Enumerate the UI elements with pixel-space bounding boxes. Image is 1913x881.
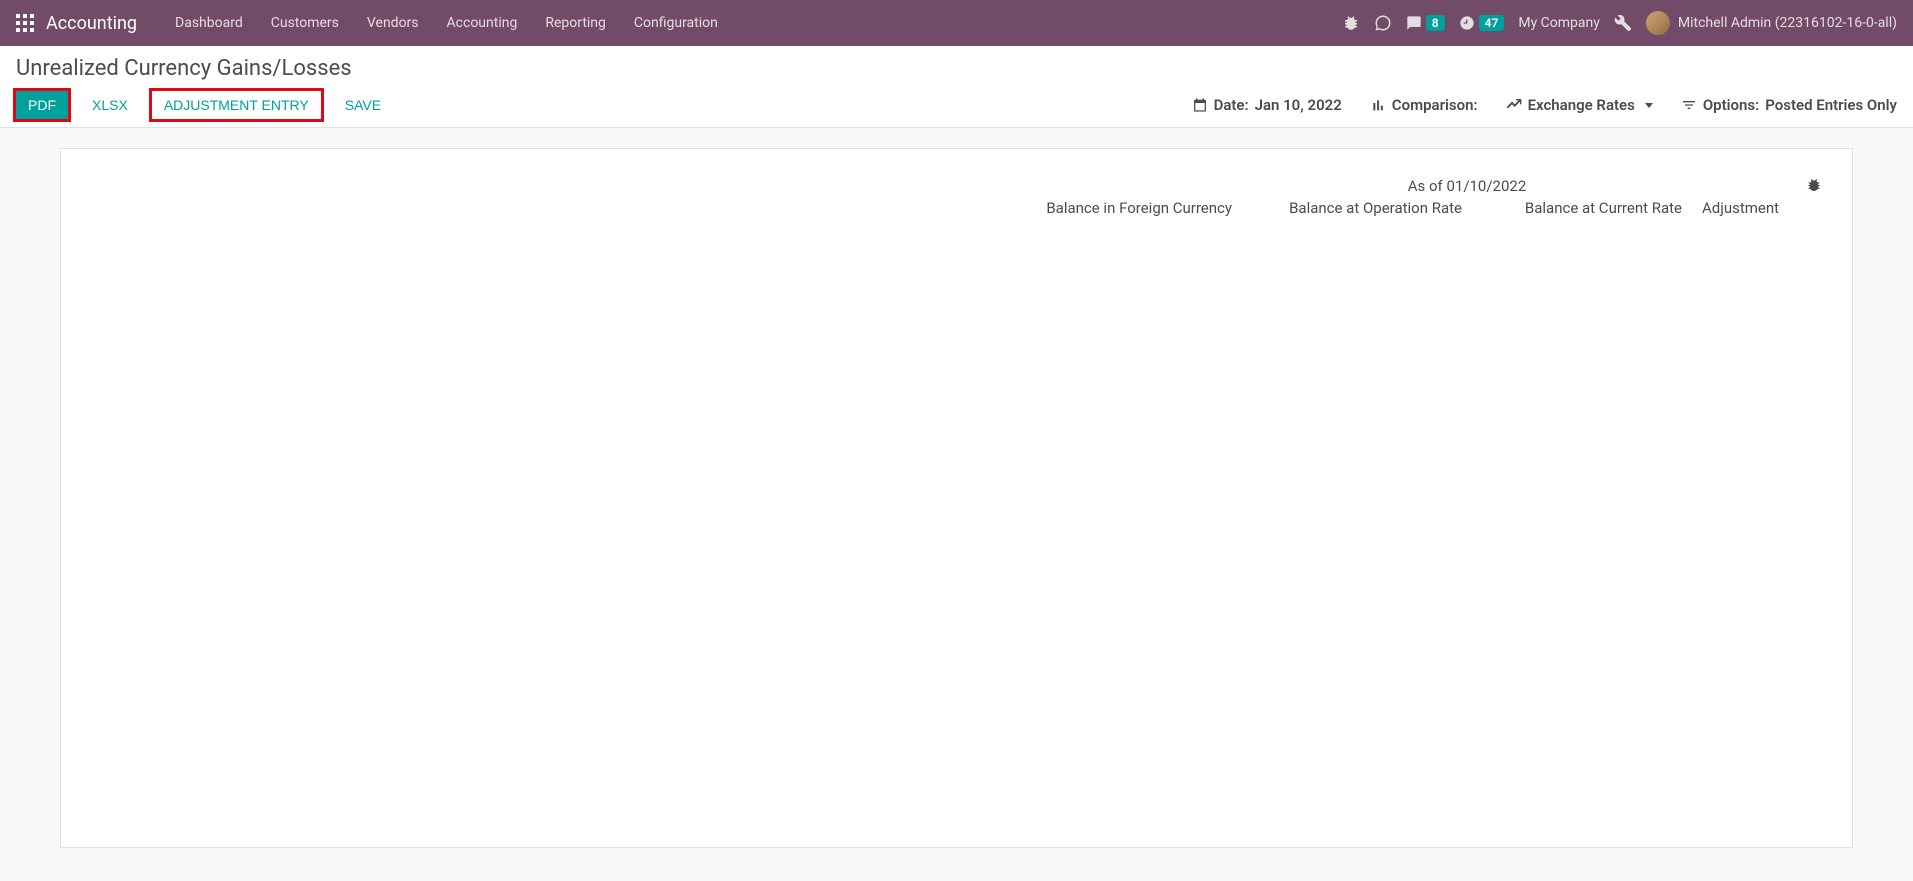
page-title: Unrealized Currency Gains/Losses [16,56,1897,81]
messages-badge: 8 [1426,15,1445,31]
adjustment-entry-button[interactable]: ADJUSTMENT ENTRY [152,91,321,119]
navbar-right: 8 47 My Company Mitchell Admin (22316102… [1342,11,1897,35]
comparison-label: Comparison: [1392,96,1478,114]
report-header-grid: As of 01/10/2022 Balance in Foreign Curr… [91,177,1822,217]
col-balance-current: Balance at Current Rate [1482,199,1682,217]
bar-chart-icon [1370,97,1386,113]
nav-configuration[interactable]: Configuration [620,0,732,46]
report-card: As of 01/10/2022 Balance in Foreign Curr… [60,148,1853,848]
date-value: Jan 10, 2022 [1255,96,1342,114]
exchange-rates-filter[interactable]: Exchange Rates [1506,96,1653,114]
options-value: Posted Entries Only [1765,96,1897,114]
options-filter[interactable]: Options: Posted Entries Only [1681,96,1897,114]
report-bug-icon[interactable] [1806,177,1822,197]
chevron-down-icon [1645,103,1653,108]
col-adjustment: Adjustment [1702,199,1822,217]
chat-icon [1406,15,1422,31]
bug-icon[interactable] [1342,14,1360,32]
nav-dashboard[interactable]: Dashboard [161,0,257,46]
calendar-icon [1192,97,1208,113]
company-switcher[interactable]: My Company [1518,15,1600,31]
nav-customers[interactable]: Customers [257,0,353,46]
right-filters: Date: Jan 10, 2022 Comparison: Exchange … [1192,96,1897,114]
user-menu[interactable]: Mitchell Admin (22316102-16-0-all) [1646,11,1897,35]
tools-icon[interactable] [1614,14,1632,32]
control-panel: Unrealized Currency Gains/Losses PDF XLS… [0,46,1913,128]
support-icon[interactable] [1374,14,1392,32]
comparison-filter[interactable]: Comparison: [1370,96,1478,114]
date-filter[interactable]: Date: Jan 10, 2022 [1192,96,1342,114]
content-scroll[interactable]: As of 01/10/2022 Balance in Foreign Curr… [0,128,1913,859]
col-balance-foreign: Balance in Foreign Currency [1032,199,1232,217]
activities-button[interactable]: 47 [1459,15,1505,31]
user-name: Mitchell Admin (22316102-16-0-all) [1678,15,1897,31]
clock-icon [1459,15,1475,31]
activities-badge: 47 [1479,15,1505,31]
avatar [1646,11,1670,35]
save-button[interactable]: SAVE [333,91,393,119]
as-of-label: As of 01/10/2022 [1252,177,1682,195]
filter-icon [1681,97,1697,113]
left-actions: PDF XLSX ADJUSTMENT ENTRY SAVE [16,91,393,119]
line-chart-icon [1506,97,1522,113]
xlsx-button[interactable]: XLSX [80,91,140,119]
actions-row: PDF XLSX ADJUSTMENT ENTRY SAVE Date: Jan… [16,91,1897,127]
nav-vendors[interactable]: Vendors [353,0,433,46]
top-navbar: Accounting Dashboard Customers Vendors A… [0,0,1913,46]
apps-icon[interactable] [16,14,34,32]
col-balance-operation: Balance at Operation Rate [1252,199,1462,217]
messages-button[interactable]: 8 [1406,15,1445,31]
date-label: Date: [1214,96,1249,114]
pdf-button[interactable]: PDF [16,91,68,119]
nav-reporting[interactable]: Reporting [531,0,620,46]
app-brand[interactable]: Accounting [46,13,137,34]
exchange-rates-label: Exchange Rates [1528,96,1635,114]
options-label: Options: [1703,96,1759,114]
nav-menu: Dashboard Customers Vendors Accounting R… [161,0,732,46]
nav-accounting[interactable]: Accounting [433,0,532,46]
